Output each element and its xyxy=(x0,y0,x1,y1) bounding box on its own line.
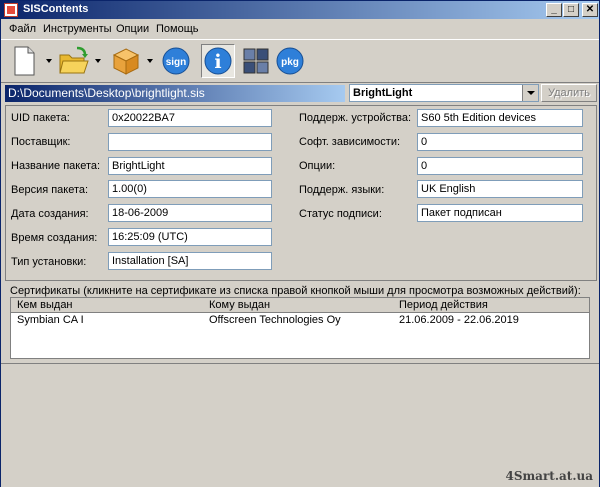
supported-devices-field[interactable]: S60 5th Edition devices xyxy=(417,109,583,127)
package-version-label: Версия пакета: xyxy=(11,184,89,196)
install-type-field[interactable]: Installation [SA] xyxy=(108,252,272,270)
certificates-list[interactable]: Кем выдан Кому выдан Период действия Sym… xyxy=(10,297,590,359)
sign-button[interactable]: sign xyxy=(159,44,193,78)
certificates-header: Кем выдан Кому выдан Период действия xyxy=(11,298,589,313)
column-subject[interactable]: Кому выдан xyxy=(209,299,270,311)
svg-text:sign: sign xyxy=(166,57,187,68)
supported-languages-label: Поддерж. языки: xyxy=(299,184,385,196)
vendor-label: Поставщик: xyxy=(11,136,71,148)
package-button[interactable] xyxy=(109,44,143,78)
open-button[interactable] xyxy=(57,44,91,78)
package-select-value: BrightLight xyxy=(353,87,413,99)
open-dropdown-arrow[interactable] xyxy=(95,59,101,63)
certificates-caption: Сертификаты (кликните на сертификате из … xyxy=(10,285,581,297)
menu-file[interactable]: Файл xyxy=(9,23,36,35)
sign-icon: sign xyxy=(162,47,190,75)
supported-devices-label: Поддерж. устройства: xyxy=(299,112,412,124)
delete-button[interactable]: Удалить xyxy=(541,84,597,102)
uid-label: UID пакета: xyxy=(11,112,70,124)
pkg-icon: pkg xyxy=(276,47,304,75)
supported-languages-field[interactable]: UK English xyxy=(417,180,583,198)
minimize-button[interactable]: _ xyxy=(546,3,562,17)
package-name-label: Название пакета: xyxy=(11,160,101,172)
contents-icon xyxy=(243,48,269,74)
file-path-bar: D:\Documents\Desktop\brightlight.sis xyxy=(5,85,345,102)
column-validity[interactable]: Период действия xyxy=(399,299,488,311)
contents-button[interactable] xyxy=(239,44,273,78)
pkg-button[interactable]: pkg xyxy=(273,44,307,78)
new-file-icon xyxy=(14,46,35,76)
new-dropdown-arrow[interactable] xyxy=(46,59,52,63)
svg-text:pkg: pkg xyxy=(281,57,299,68)
creation-time-field[interactable]: 16:25:09 (UTC) xyxy=(108,228,272,246)
column-issuer[interactable]: Кем выдан xyxy=(17,299,73,311)
title-bar[interactable]: SISContents _ □ ✕ xyxy=(1,1,599,19)
package-dropdown-arrow[interactable] xyxy=(147,59,153,63)
creation-time-label: Время создания: xyxy=(11,232,98,244)
open-folder-icon xyxy=(59,46,89,74)
app-window: SISContents _ □ ✕ Файл Инструменты Опции… xyxy=(0,0,600,487)
close-button[interactable]: ✕ xyxy=(582,3,598,17)
creation-date-field[interactable]: 18-06-2009 xyxy=(108,204,272,222)
install-type-label: Тип установки: xyxy=(11,256,87,268)
window-title: SISContents xyxy=(23,3,89,15)
svg-text:i: i xyxy=(214,51,221,73)
package-box-icon xyxy=(112,48,140,75)
software-deps-field[interactable]: 0 xyxy=(417,133,583,151)
menu-help[interactable]: Помощь xyxy=(156,23,199,35)
app-icon xyxy=(4,3,18,17)
info-icon: i xyxy=(204,47,232,75)
creation-date-label: Дата создания: xyxy=(11,208,89,220)
chevron-down-icon[interactable] xyxy=(522,85,538,101)
new-file-button[interactable] xyxy=(7,44,41,78)
maximize-button[interactable]: □ xyxy=(563,3,579,17)
vendor-field[interactable] xyxy=(108,133,272,151)
package-version-field[interactable]: 1.00(0) xyxy=(108,180,272,198)
cert-subject-cell: Offscreen Technologies Oy xyxy=(209,314,341,326)
info-button[interactable]: i xyxy=(201,44,235,78)
uid-field[interactable]: 0x20022BA7 xyxy=(108,109,272,127)
software-deps-label: Софт. зависимости: xyxy=(299,136,401,148)
menu-tools[interactable]: Инструменты xyxy=(43,23,112,35)
signature-status-label: Статус подписи: xyxy=(299,208,382,220)
toolbar: sign i pkg xyxy=(1,39,599,83)
package-select[interactable]: BrightLight xyxy=(349,84,539,102)
menu-bar: Файл Инструменты Опции Помощь xyxy=(1,20,599,38)
watermark: 4Smart.at.ua xyxy=(505,469,593,483)
signature-status-field[interactable]: Пакет подписан xyxy=(417,204,583,222)
package-name-field[interactable]: BrightLight xyxy=(108,157,272,175)
cert-validity-cell: 21.06.2009 - 22.06.2019 xyxy=(399,314,519,326)
options-field[interactable]: 0 xyxy=(417,157,583,175)
options-label: Опции: xyxy=(299,160,336,172)
cert-issuer-cell: Symbian CA I xyxy=(17,314,84,326)
menu-options[interactable]: Опции xyxy=(116,23,149,35)
